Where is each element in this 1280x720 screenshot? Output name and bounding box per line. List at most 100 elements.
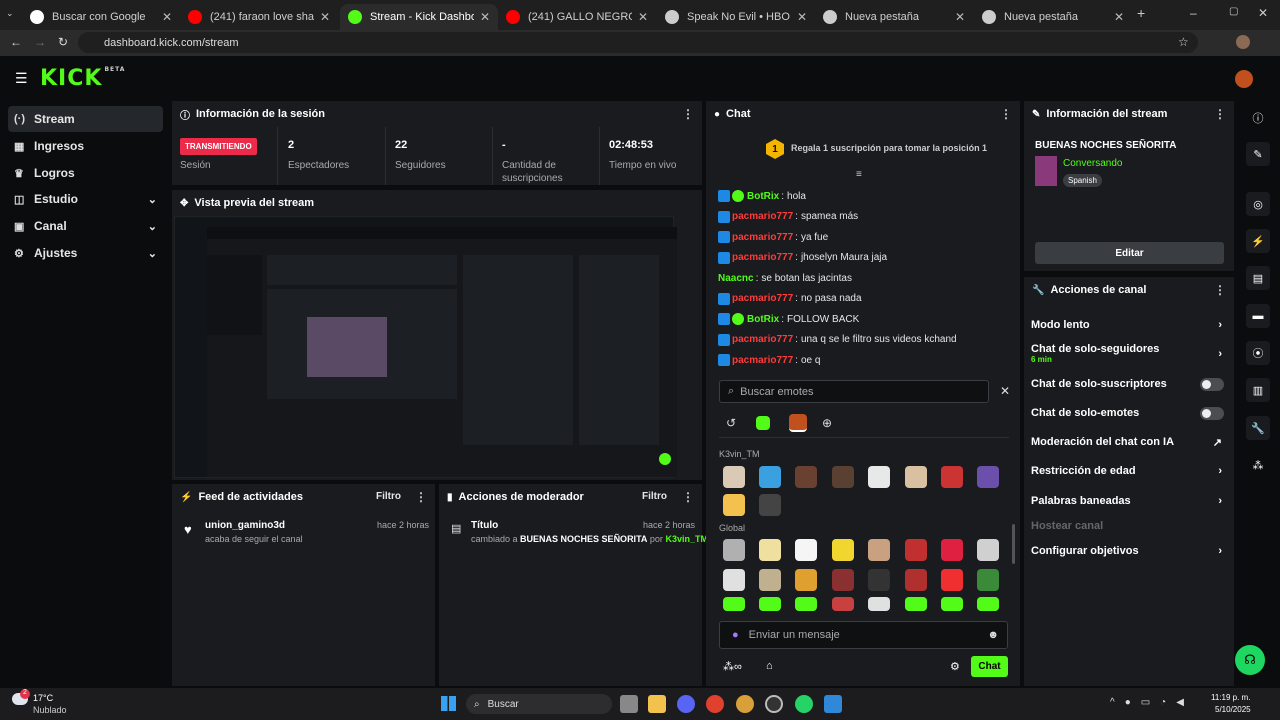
discord-icon[interactable] bbox=[677, 695, 695, 713]
sidebar-item-logros[interactable]: ♛ Logros bbox=[8, 160, 163, 186]
emote-icon[interactable] bbox=[977, 466, 999, 488]
channel-action-item[interactable]: Palabras baneadas › bbox=[1031, 491, 1226, 511]
emote-search-input[interactable]: ⌕ Buscar emotes bbox=[719, 380, 989, 403]
emote-icon[interactable] bbox=[868, 597, 890, 611]
minimize-button[interactable]: – bbox=[1190, 6, 1197, 20]
chat-menu-button[interactable]: ⋮ bbox=[1000, 107, 1012, 121]
store-icon[interactable]: ⌂ bbox=[766, 660, 773, 672]
chat-send-button[interactable]: Chat bbox=[971, 656, 1008, 677]
chat-settings-icon[interactable]: ⚙ bbox=[950, 660, 960, 673]
chat-icon[interactable]: ▬ bbox=[1246, 304, 1270, 328]
collapse-gift-icon[interactable]: ≡ bbox=[856, 169, 862, 180]
profile-avatar[interactable] bbox=[1236, 35, 1250, 49]
chrome-active-icon[interactable] bbox=[736, 695, 754, 713]
sidebar-item-canal[interactable]: ▣ Canal ⌄ bbox=[8, 213, 163, 239]
chat-username[interactable]: pacmario777 bbox=[732, 252, 793, 263]
notes-icon[interactable]: ▤ bbox=[1246, 266, 1270, 290]
browser-tab[interactable]: Buscar con Google ✕ bbox=[22, 4, 180, 30]
chat-username[interactable]: BotRix bbox=[747, 191, 779, 202]
chrome-icon[interactable] bbox=[706, 695, 724, 713]
browser-tab[interactable]: Nueva pestaña ✕ bbox=[974, 4, 1132, 30]
windows-start-icon[interactable] bbox=[441, 696, 456, 711]
gift-sub-prompt[interactable]: Regala 1 suscripción para tomar la posic… bbox=[791, 143, 987, 153]
task-view-icon[interactable] bbox=[620, 695, 638, 713]
hamburger-menu-icon[interactable]: ☰ bbox=[15, 70, 28, 87]
emote-icon[interactable] bbox=[977, 539, 999, 561]
recent-emotes-tab-icon[interactable]: ↺ bbox=[726, 416, 736, 430]
global-emotes-tab-icon[interactable]: ⊕ bbox=[822, 416, 832, 430]
feed-filter-button[interactable]: Filtro bbox=[376, 491, 401, 502]
emote-icon[interactable] bbox=[795, 597, 817, 611]
feed-menu-button[interactable]: ⋮ bbox=[415, 490, 427, 504]
microphone-icon[interactable]: ● bbox=[732, 629, 739, 641]
tab-close-icon[interactable]: ✕ bbox=[480, 10, 490, 24]
channel-action-item[interactable]: Chat de solo-emotes bbox=[1031, 403, 1226, 423]
emote-icon[interactable] bbox=[868, 539, 890, 561]
emote-icon[interactable] bbox=[868, 569, 890, 591]
emote-icon[interactable] bbox=[795, 466, 817, 488]
chat-username[interactable]: pacmario777 bbox=[732, 293, 793, 304]
focus-icon[interactable]: ◎ bbox=[1246, 192, 1270, 216]
kick-logo[interactable]: KICK BETA bbox=[40, 66, 125, 91]
emote-icon[interactable] bbox=[905, 466, 927, 488]
emote-icon[interactable] bbox=[941, 569, 963, 591]
channel-action-item[interactable]: Restricción de edad › bbox=[1031, 461, 1226, 481]
sidebar-item-stream[interactable]: (·) Stream bbox=[8, 106, 163, 132]
close-window-button[interactable]: ✕ bbox=[1258, 6, 1268, 20]
broadcast-icon[interactable]: ⦿ bbox=[1246, 341, 1270, 365]
emote-icon[interactable] bbox=[941, 539, 963, 561]
chat-username[interactable]: pacmario777 bbox=[732, 211, 793, 222]
apps-icon[interactable]: ⁂ bbox=[1246, 453, 1270, 477]
info-icon[interactable]: ⓘ bbox=[1246, 106, 1270, 130]
chat-message-input[interactable]: ● Enviar un mensaje ☻ bbox=[719, 621, 1008, 649]
channel-actions-menu-button[interactable]: ⋮ bbox=[1214, 283, 1226, 297]
whatsapp-icon[interactable] bbox=[795, 695, 813, 713]
emote-icon[interactable] bbox=[723, 466, 745, 488]
emote-icon[interactable] bbox=[832, 466, 854, 488]
emoji-icon[interactable]: ☻ bbox=[987, 629, 999, 641]
channel-action-item[interactable]: Modo lento › bbox=[1031, 315, 1226, 335]
emote-icon[interactable] bbox=[723, 569, 745, 591]
emote-icon[interactable] bbox=[977, 597, 999, 611]
emote-icon[interactable] bbox=[759, 494, 781, 516]
mod-menu-button[interactable]: ⋮ bbox=[682, 490, 694, 504]
channel-action-item[interactable]: Chat de solo-seguidores 6 min › bbox=[1031, 343, 1226, 364]
sidebar-item-estudio[interactable]: ◫ Estudio ⌄ bbox=[8, 186, 163, 212]
emote-icon[interactable] bbox=[977, 569, 999, 591]
emote-icon[interactable] bbox=[723, 539, 745, 561]
kick-emotes-tab-icon[interactable] bbox=[756, 416, 770, 430]
browser-tab[interactable]: Stream - Kick Dashboard ✕ bbox=[340, 4, 498, 30]
maximize-button[interactable]: ▢ bbox=[1229, 6, 1238, 17]
fullscreen-icon[interactable] bbox=[659, 453, 671, 465]
edit-icon[interactable]: ✎ bbox=[1246, 142, 1270, 166]
emote-icon[interactable] bbox=[941, 466, 963, 488]
emote-icon[interactable] bbox=[905, 597, 927, 611]
emote-icon[interactable] bbox=[941, 597, 963, 611]
browser-tab[interactable]: (241) faraon love shady - YouTu ✕ bbox=[180, 4, 338, 30]
emote-icon[interactable] bbox=[868, 466, 890, 488]
chat-username[interactable]: pacmario777 bbox=[732, 334, 793, 345]
bolt-icon[interactable]: ⚡ bbox=[1246, 229, 1270, 253]
back-icon[interactable]: ← bbox=[10, 35, 22, 49]
emote-icon[interactable] bbox=[723, 597, 745, 611]
support-chat-button[interactable]: ☊ bbox=[1235, 645, 1265, 675]
tab-close-icon[interactable]: ✕ bbox=[162, 10, 172, 24]
edit-stream-button[interactable]: Editar bbox=[1035, 242, 1224, 264]
bookmark-star-icon[interactable]: ☆ bbox=[1178, 35, 1189, 49]
forward-icon[interactable]: → bbox=[34, 35, 46, 49]
emote-icon[interactable] bbox=[795, 569, 817, 591]
channel-action-item[interactable]: Configurar objetivos › bbox=[1031, 541, 1226, 561]
emote-scrollbar[interactable] bbox=[1012, 524, 1015, 564]
obs-icon[interactable] bbox=[765, 695, 783, 713]
reload-icon[interactable]: ↻ bbox=[58, 35, 68, 49]
emote-icon[interactable] bbox=[832, 569, 854, 591]
channel-action-item[interactable]: Moderación del chat con IA ↗ bbox=[1031, 432, 1226, 452]
system-tray[interactable]: ^●▭◔◀ bbox=[1110, 697, 1194, 708]
tab-search-icon[interactable]: ⌄ bbox=[6, 8, 20, 22]
emote-icon[interactable] bbox=[759, 466, 781, 488]
emote-icon[interactable] bbox=[759, 539, 781, 561]
app-icon[interactable] bbox=[824, 695, 842, 713]
layout-icon[interactable]: ▥ bbox=[1246, 378, 1270, 402]
points-icon[interactable]: ⁂∞ bbox=[723, 660, 742, 673]
tab-close-icon[interactable]: ✕ bbox=[638, 10, 648, 24]
